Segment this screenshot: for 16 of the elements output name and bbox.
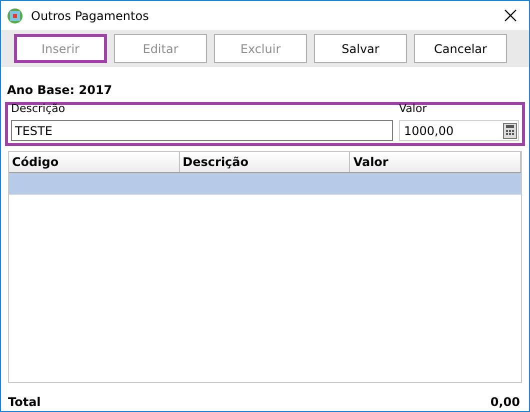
app-icon (7, 8, 23, 24)
toolbar-button[interactable]: Cancelar (414, 34, 507, 63)
toolbar-button[interactable]: Salvar (314, 34, 407, 63)
year-label: Ano Base: 2017 (7, 82, 114, 99)
description-field[interactable]: TESTE (11, 120, 393, 141)
window-title: Outros Pagamentos (31, 8, 149, 24)
column-header[interactable]: Descrição (180, 152, 350, 172)
calculator-icon[interactable] (503, 122, 517, 138)
column-header[interactable]: Valor (350, 152, 522, 172)
close-icon[interactable] (504, 9, 517, 22)
total-label: Total (8, 394, 41, 411)
total-value: 0,00 (490, 394, 520, 411)
field-label: Descrição (11, 100, 66, 116)
field-label: Valor (399, 100, 428, 116)
value-field[interactable]: 1000,00 (399, 120, 519, 141)
column-header[interactable]: Código (9, 152, 180, 172)
